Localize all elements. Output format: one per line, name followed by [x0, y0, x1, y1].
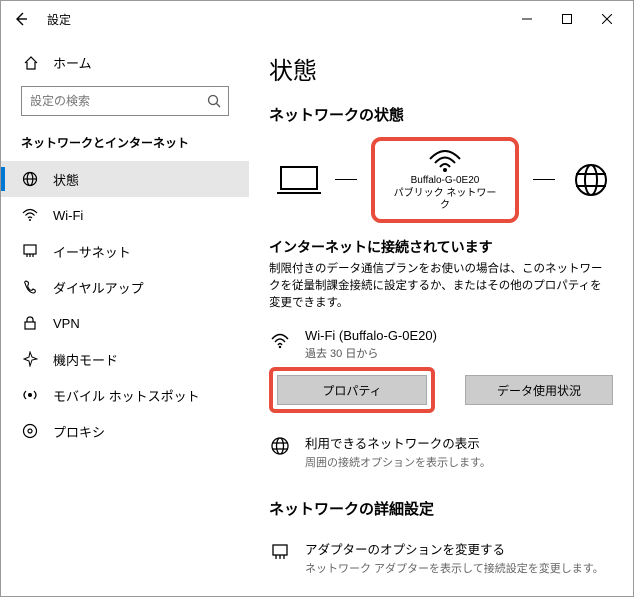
highlighted-network: Buffalo-G-0E20 パブリック ネットワーク: [371, 137, 520, 223]
search-input[interactable]: [21, 86, 229, 116]
connected-heading: インターネットに接続されています: [269, 237, 613, 257]
wifi-icon: [269, 330, 291, 352]
globe-icon: [269, 435, 291, 457]
home-label: ホーム: [53, 53, 92, 72]
airplane-icon: [21, 350, 39, 368]
adapter-icon: [269, 541, 291, 563]
close-button[interactable]: [587, 5, 627, 33]
available-networks-link[interactable]: 利用できるネットワークの表示 周囲の接続オプションを表示します。: [269, 433, 613, 470]
network-status-heading: ネットワークの状態: [269, 104, 613, 125]
wifi-info-block: Wi-Fi (Buffalo-G-0E20) 過去 30 日から: [269, 328, 613, 361]
sidebar-item-proxy[interactable]: プロキシ: [1, 413, 249, 449]
sidebar-item-ethernet[interactable]: イーサネット: [1, 233, 249, 269]
sidebar-item-label: VPN: [53, 316, 80, 331]
computer-icon: [277, 162, 321, 198]
ethernet-icon: [21, 242, 39, 260]
sidebar-item-label: 機内モード: [53, 350, 118, 369]
hotspot-icon: [21, 386, 39, 404]
network-diagram: Buffalo-G-0E20 パブリック ネットワーク: [277, 137, 613, 223]
connection-line: [533, 179, 554, 180]
link-title: 利用できるネットワークの表示: [305, 433, 491, 452]
sidebar-item-label: プロキシ: [53, 422, 105, 441]
page-heading: 状態: [269, 51, 613, 86]
sidebar-item-label: 状態: [53, 170, 79, 189]
sidebar-item-label: モバイル ホットスポット: [53, 386, 200, 405]
wifi-name: Wi-Fi (Buffalo-G-0E20): [305, 328, 437, 343]
search-wrap: [21, 86, 229, 116]
sidebar-section-label: ネットワークとインターネット: [1, 134, 249, 161]
adapter-options-link[interactable]: アダプターのオプションを変更する ネットワーク アダプターを表示して接続設定を変…: [269, 539, 613, 576]
connection-line: [335, 179, 356, 180]
window-title: 設定: [47, 11, 507, 28]
sidebar-item-status[interactable]: 状態: [1, 161, 249, 197]
maximize-button[interactable]: [547, 5, 587, 33]
sidebar-item-label: Wi-Fi: [53, 208, 83, 223]
minimize-button[interactable]: [507, 5, 547, 33]
globe-icon: [569, 162, 613, 198]
titlebar: 設定: [1, 1, 633, 37]
link-subtitle: 周囲の接続オプションを表示します。: [305, 454, 491, 470]
sidebar-item-airplane[interactable]: 機内モード: [1, 341, 249, 377]
sidebar-item-dialup[interactable]: ダイヤルアップ: [1, 269, 249, 305]
properties-button[interactable]: プロパティ: [277, 375, 427, 405]
connected-description: 制限付きのデータ通信プランをお使いの場合は、このネットワークを従量制課金接続に設…: [269, 261, 613, 313]
highlighted-button: プロパティ: [269, 367, 435, 413]
sidebar: ホーム ネットワークとインターネット 状態 Wi-Fi イーサネット: [1, 37, 249, 596]
wifi-icon: [21, 206, 39, 224]
status-icon: [21, 170, 39, 188]
dialup-icon: [21, 278, 39, 296]
back-button[interactable]: [7, 5, 35, 33]
sidebar-item-label: イーサネット: [53, 242, 131, 261]
ssid-label: Buffalo-G-0E20: [391, 175, 500, 188]
network-type-label: パブリック ネットワーク: [391, 188, 500, 213]
sidebar-item-wifi[interactable]: Wi-Fi: [1, 197, 249, 233]
link-subtitle: ネットワーク アダプターを表示して接続設定を変更します。: [305, 560, 604, 576]
sidebar-item-label: ダイヤルアップ: [53, 278, 144, 297]
advanced-heading: ネットワークの詳細設定: [269, 498, 613, 519]
home-icon: [23, 55, 39, 71]
home-link[interactable]: ホーム: [1, 47, 249, 86]
wifi-signal-icon: [428, 147, 462, 173]
data-usage-button[interactable]: データ使用状況: [465, 375, 613, 405]
link-title: アダプターのオプションを変更する: [305, 539, 604, 558]
proxy-icon: [21, 422, 39, 440]
sidebar-item-vpn[interactable]: VPN: [1, 305, 249, 341]
search-icon: [205, 92, 223, 110]
content: 状態 ネットワークの状態 Buffalo-G-0E20 パブリック ネットワーク: [249, 37, 633, 596]
sidebar-item-hotspot[interactable]: モバイル ホットスポット: [1, 377, 249, 413]
wifi-period: 過去 30 日から: [305, 345, 437, 361]
vpn-icon: [21, 314, 39, 332]
